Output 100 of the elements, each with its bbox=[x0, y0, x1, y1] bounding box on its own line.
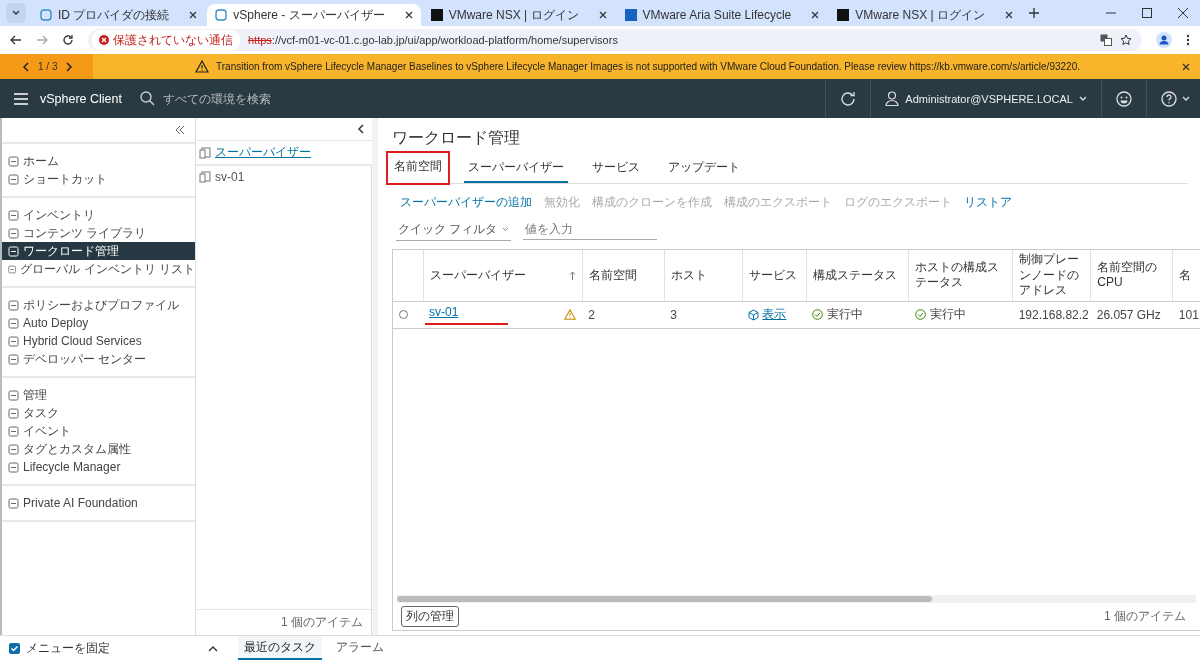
new-tab-icon[interactable] bbox=[1029, 8, 1040, 20]
table-cell: 3 bbox=[664, 301, 743, 329]
tab[interactable]: 名前空間 bbox=[388, 153, 448, 183]
sidebar-item[interactable]: Private AI Foundation bbox=[2, 494, 195, 512]
scrollbar[interactable] bbox=[397, 595, 1196, 603]
user-icon bbox=[885, 91, 900, 106]
action-link[interactable]: リストア bbox=[964, 194, 1012, 211]
reload-icon[interactable] bbox=[62, 34, 74, 46]
collapse-icon[interactable] bbox=[175, 125, 185, 135]
collapse-icon[interactable] bbox=[357, 124, 364, 134]
column-header[interactable]: サービス bbox=[742, 250, 807, 302]
help-menu[interactable] bbox=[1161, 90, 1190, 107]
banner-message: Transition from vSphere Lifecycle Manager Baselines to vSphere Lifecycle Manager Images is not supported with VMware Cloud Foundation. Please review https://kb.vmware.com/s/article/93220. bbox=[216, 61, 1080, 72]
tree-heading-link[interactable]: スーパーバイザー bbox=[215, 144, 311, 161]
favicon-icon bbox=[624, 9, 637, 21]
check-circle-icon bbox=[812, 309, 824, 321]
panel-tab[interactable]: 最近のタスク bbox=[238, 636, 322, 660]
sidebar-item[interactable]: コンテンツ ライブラリ bbox=[2, 224, 195, 242]
filter-value-field[interactable]: 値を入力 bbox=[523, 221, 658, 240]
sidebar-item[interactable]: タグとカスタム属性 bbox=[2, 440, 195, 458]
warning-icon bbox=[99, 35, 109, 45]
action-link[interactable]: スーパーバイザーの追加 bbox=[400, 194, 532, 211]
profile-icon[interactable] bbox=[1156, 32, 1172, 48]
column-header[interactable]: ホストの構成ステータス bbox=[908, 250, 1013, 302]
browser-tab[interactable]: VMware NSX | ログイン bbox=[422, 4, 615, 26]
maximize-icon[interactable] bbox=[1142, 8, 1152, 18]
previous-icon[interactable] bbox=[22, 61, 30, 72]
close-icon[interactable] bbox=[404, 11, 413, 19]
tab[interactable]: スーパーバイザー bbox=[464, 156, 568, 183]
column-header[interactable]: 名前空間 bbox=[582, 250, 665, 302]
close-icon[interactable] bbox=[598, 11, 607, 19]
sidebar-item[interactable]: タスク bbox=[2, 404, 195, 422]
panel-tab[interactable]: アラーム bbox=[330, 636, 390, 660]
sidebar-item[interactable]: Auto Deploy bbox=[2, 314, 195, 332]
close-icon[interactable] bbox=[1005, 11, 1014, 19]
expand-icon[interactable] bbox=[208, 644, 218, 652]
check-circle-icon bbox=[914, 309, 926, 321]
table-cell: 192.168.82.2 bbox=[1012, 301, 1091, 329]
search-icon bbox=[140, 91, 155, 106]
item-count: 1 個のアイテム bbox=[1104, 608, 1186, 625]
browser-tab[interactable]: VMware NSX | ログイン bbox=[829, 4, 1022, 26]
favicon-icon bbox=[430, 9, 443, 21]
sidebar-item[interactable]: イベント bbox=[2, 422, 195, 440]
caret-icon bbox=[1079, 95, 1087, 102]
menu-icon[interactable] bbox=[14, 92, 28, 105]
table-cell: 26.057 GHz bbox=[1090, 301, 1173, 329]
translate-icon[interactable] bbox=[1100, 34, 1112, 46]
tab-list-icon[interactable] bbox=[6, 3, 26, 23]
sidebar-item[interactable]: ショートカット bbox=[2, 170, 195, 188]
column-header[interactable]: スーパーバイザー bbox=[423, 250, 583, 302]
cube-icon bbox=[748, 308, 760, 321]
favicon-icon bbox=[40, 9, 52, 21]
caret-icon bbox=[502, 227, 510, 232]
favicon-icon bbox=[837, 9, 850, 21]
supervisor-link[interactable]: sv-01 bbox=[425, 304, 509, 325]
caret-icon bbox=[1182, 95, 1190, 102]
browser-tab[interactable]: vSphere - スーパーバイザー bbox=[207, 4, 421, 26]
sidebar-item[interactable]: ホーム bbox=[2, 152, 195, 170]
sidebar-item[interactable]: ワークロード管理 bbox=[2, 242, 195, 260]
more-icon[interactable] bbox=[1186, 34, 1190, 46]
sidebar-item[interactable]: 管理 bbox=[2, 386, 195, 404]
refresh-icon[interactable] bbox=[840, 90, 857, 107]
checkbox-label[interactable]: メニューを固定 bbox=[26, 639, 110, 657]
smiley-icon[interactable] bbox=[1116, 90, 1132, 107]
star-icon[interactable] bbox=[1120, 34, 1132, 46]
supervisor-icon bbox=[199, 171, 211, 183]
tab[interactable]: アップデート bbox=[664, 156, 744, 183]
column-header[interactable]: 名前空間の CPU bbox=[1090, 250, 1173, 302]
back-icon[interactable] bbox=[10, 34, 22, 46]
tree-item[interactable]: sv-01 bbox=[196, 166, 371, 188]
table-cell: 101 bbox=[1172, 301, 1200, 329]
pager-text: 1 / 3 bbox=[38, 61, 58, 72]
close-icon[interactable] bbox=[1178, 8, 1188, 18]
column-header[interactable]: 名 bbox=[1172, 250, 1200, 302]
sidebar-item[interactable]: デベロッパー センター bbox=[2, 350, 195, 368]
column-header[interactable]: 制御プレーンノードのアドレス bbox=[1012, 250, 1091, 302]
browser-tab[interactable]: ID プロバイダの接続 bbox=[32, 4, 206, 26]
sidebar-item[interactable]: グローバル インベントリ リスト bbox=[2, 260, 195, 278]
tab[interactable]: サービス bbox=[588, 156, 644, 183]
close-icon[interactable] bbox=[189, 11, 198, 19]
column-header[interactable]: ホスト bbox=[664, 250, 743, 302]
url-text: https://vcf-m01-vc-01.c.go-lab.jp/ui/app/workload-platform/home/supervisors bbox=[248, 34, 618, 46]
sidebar-item[interactable]: インベントリ bbox=[2, 206, 195, 224]
search-field[interactable]: すべての環境を検索 bbox=[140, 90, 365, 107]
sidebar-item[interactable]: Lifecycle Manager bbox=[2, 458, 195, 476]
warning-icon bbox=[195, 60, 210, 73]
services-link[interactable]: 表示 bbox=[748, 306, 801, 324]
manage-columns-button[interactable]: 列の管理 bbox=[401, 606, 459, 627]
close-icon[interactable] bbox=[811, 11, 820, 19]
sidebar-item[interactable]: Hybrid Cloud Services bbox=[2, 332, 195, 350]
user-menu[interactable]: Administrator@VSPHERE.LOCAL bbox=[885, 91, 1087, 106]
column-header[interactable]: 構成ステータス bbox=[806, 250, 909, 302]
browser-tab[interactable]: VMware Aria Suite Lifecycle bbox=[616, 4, 828, 26]
security-chip[interactable]: 保護されていない通信 bbox=[92, 29, 240, 51]
next-icon[interactable] bbox=[65, 61, 74, 72]
checkbox[interactable] bbox=[9, 642, 20, 654]
sidebar-item[interactable]: ポリシーおよびプロファイル bbox=[2, 296, 195, 314]
address-field[interactable]: 保護されていない通信 https://vcf-m01-vc-01.c.go-lab.jp/ui/app/workload-platform/home/supervisors bbox=[88, 29, 1142, 51]
close-icon[interactable] bbox=[1182, 62, 1190, 71]
quick-filter-dropdown[interactable]: クイック フィルタ bbox=[396, 220, 512, 241]
